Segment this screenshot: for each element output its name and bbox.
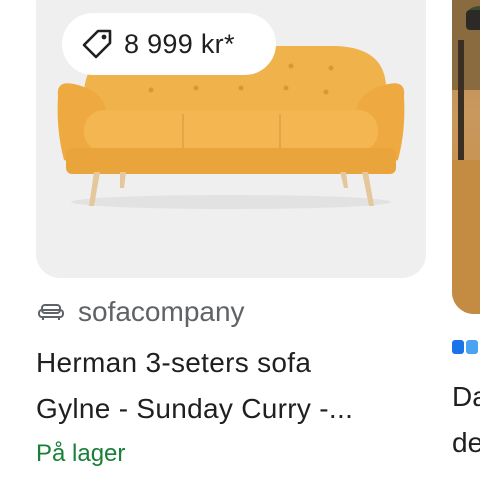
next-product-image[interactable] xyxy=(452,0,480,314)
room-image xyxy=(452,0,480,314)
price-text: 8 999 kr* xyxy=(124,28,235,59)
sofa-icon xyxy=(38,302,64,322)
source-row[interactable]: sofacompany xyxy=(38,292,245,332)
price-tag-icon xyxy=(80,27,114,61)
next-product-title-line: Da xyxy=(452,381,480,412)
price-badge: 8 999 kr* xyxy=(62,13,276,75)
product-title[interactable]: Herman 3-seters sofa Gylne - Sunday Curr… xyxy=(36,340,426,432)
next-product-title-line: de xyxy=(452,427,480,458)
next-product-title[interactable]: Da de xyxy=(452,374,480,466)
product-card[interactable]: 8 999 kr* sofacompany Herman 3-seters so… xyxy=(0,0,440,480)
next-product-card[interactable]: Da de xyxy=(452,0,480,480)
product-title-line: Herman 3-seters sofa xyxy=(36,347,312,378)
store-logo-icon xyxy=(452,340,480,354)
product-title-line: Gylne - Sunday Curry -... xyxy=(36,393,354,424)
availability-status: På lager xyxy=(36,440,126,467)
store-name: sofacompany xyxy=(78,296,245,327)
